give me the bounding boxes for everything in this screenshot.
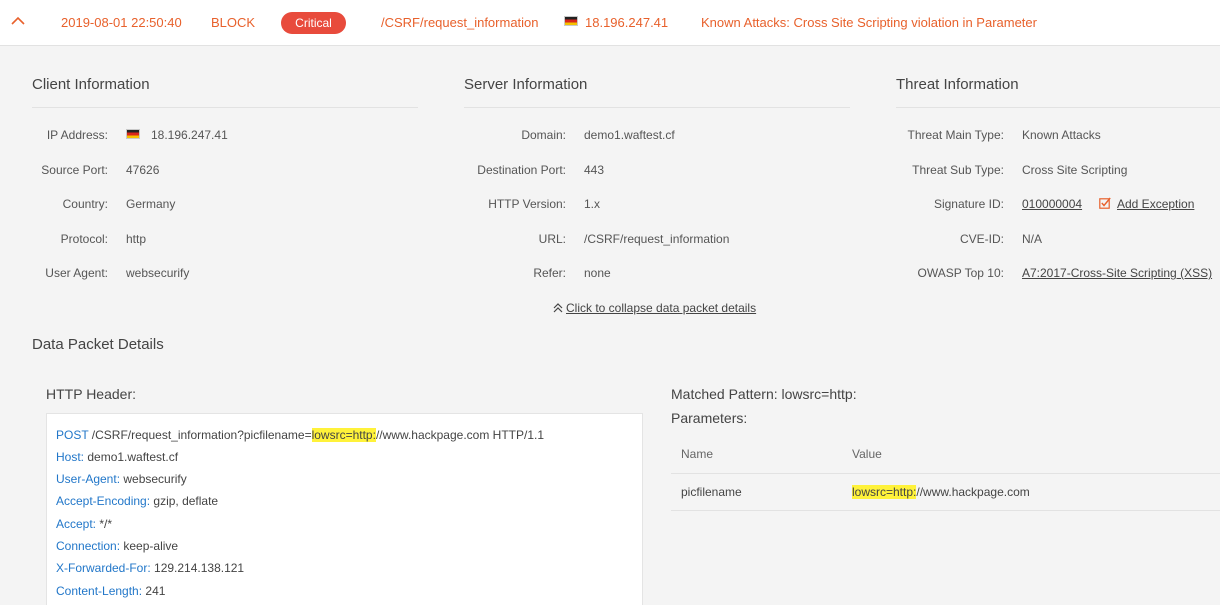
request-line: POST /CSRF/request_information?picfilena… <box>56 428 544 442</box>
matched-pattern: Matched Pattern: lowsrc=http: <box>671 386 857 402</box>
event-ip: 18.196.247.41 <box>585 15 669 30</box>
germany-flag-icon <box>126 129 140 139</box>
server-domain-value: demo1.waftest.cf <box>584 128 675 142</box>
header-line: X-Forwarded-For: 129.214.138.121 <box>56 561 245 575</box>
parameters-title: Parameters: <box>671 410 748 426</box>
server-http-value: 1.x <box>584 197 601 211</box>
header-line: Host: demo1.waftest.cf <box>56 450 179 464</box>
signature-id-link[interactable]: 010000004 <box>1022 197 1082 211</box>
server-refer-label: Refer: <box>533 266 566 280</box>
event-action: BLOCK <box>211 15 256 30</box>
chevron-up-icon[interactable] <box>10 13 26 29</box>
header-line: Accept: */* <box>56 517 113 531</box>
server-url-label: URL: <box>538 232 566 246</box>
http-header-box: POST /CSRF/request_information?picfilena… <box>46 413 643 605</box>
client-country-label: Country: <box>62 197 108 211</box>
server-url-value: /CSRF/request_information <box>584 232 730 246</box>
server-http-label: HTTP Version: <box>488 197 566 211</box>
request-path: /CSRF/request_information?picfilename= <box>88 428 312 442</box>
add-exception-link[interactable]: Add Exception <box>1117 197 1194 211</box>
request-path-rest: //www.hackpage.com HTTP/1.1 <box>375 428 545 442</box>
param-value-cell: lowsrc=http://www.hackpage.com <box>852 485 1030 499</box>
divider <box>671 473 1220 474</box>
collapse-label: Click to collapse data packet details <box>566 301 757 315</box>
threat-main-value: Known Attacks <box>1022 128 1101 142</box>
event-summary-row[interactable]: 2019-08-01 22:50:40 BLOCK Critical /CSRF… <box>0 0 1220 46</box>
client-agent-value: websecurify <box>126 266 190 280</box>
divider <box>671 510 1220 511</box>
client-port-value: 47626 <box>126 163 160 177</box>
header-line: User-Agent: websecurify <box>56 472 187 486</box>
owasp-label: OWASP Top 10: <box>917 266 1005 280</box>
client-protocol-label: Protocol: <box>60 232 108 246</box>
header-line: Accept-Encoding: gzip, deflate <box>56 494 219 508</box>
client-info-title: Client Information <box>32 76 150 93</box>
cve-id-value: N/A <box>1022 232 1043 246</box>
matched-highlight: lowsrc=http: <box>852 485 917 499</box>
threat-info-title: Threat Information <box>896 76 1019 93</box>
threat-sub-value: Cross Site Scripting <box>1022 163 1128 177</box>
server-port-label: Destination Port: <box>477 163 566 177</box>
param-name-cell: picfilename <box>681 485 742 499</box>
signature-id-label: Signature ID: <box>933 197 1004 211</box>
server-info-title: Server Information <box>464 76 588 93</box>
divider <box>896 107 1220 108</box>
threat-sub-label: Threat Sub Type: <box>912 163 1004 177</box>
param-name-header: Name <box>681 447 714 461</box>
event-description: Known Attacks: Cross Site Scripting viol… <box>701 15 1037 30</box>
client-protocol-value: http <box>126 232 147 246</box>
divider <box>464 107 850 108</box>
cve-id-label: CVE-ID: <box>959 232 1004 246</box>
server-port-value: 443 <box>584 163 605 177</box>
double-chevron-up-icon <box>553 303 563 313</box>
server-refer-value: none <box>584 266 611 280</box>
event-url: /CSRF/request_information <box>381 15 539 30</box>
threat-main-label: Threat Main Type: <box>907 128 1005 142</box>
event-timestamp: 2019-08-01 22:50:40 <box>61 15 182 30</box>
client-port-label: Source Port: <box>41 163 108 177</box>
client-ip-label: IP Address: <box>46 128 108 142</box>
germany-flag-icon <box>564 16 578 26</box>
server-domain-label: Domain: <box>521 128 566 142</box>
header-line: Content-Length: 241 <box>56 584 166 598</box>
client-country-value: Germany <box>126 197 176 211</box>
collapse-packet-details-link[interactable]: Click to collapse data packet details <box>552 301 756 315</box>
http-header-title: HTTP Header: <box>46 386 136 402</box>
packet-details-title: Data Packet Details <box>32 336 164 353</box>
severity-badge: Critical <box>281 12 346 34</box>
matched-highlight: lowsrc=http: <box>311 428 376 442</box>
header-line: Connection: keep-alive <box>56 539 179 553</box>
divider <box>32 107 418 108</box>
client-ip-value: 18.196.247.41 <box>151 128 228 142</box>
client-agent-label: User Agent: <box>45 266 108 280</box>
owasp-link[interactable]: A7:2017-Cross-Site Scripting (XSS) <box>1022 266 1220 280</box>
edit-checkbox-icon[interactable] <box>1099 197 1111 209</box>
param-value-header: Value <box>852 447 882 461</box>
request-method: POST <box>56 428 89 442</box>
